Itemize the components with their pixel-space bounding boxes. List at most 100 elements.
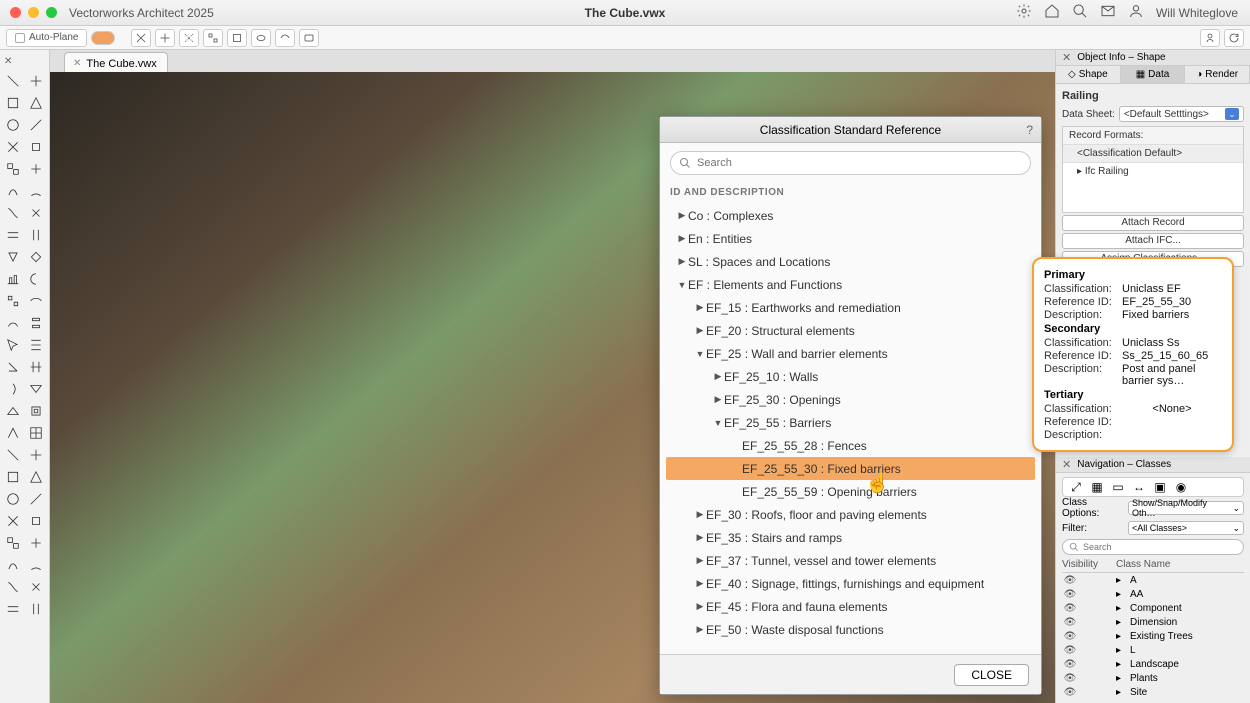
search-icon[interactable] — [1072, 3, 1088, 22]
palette-tool-icon[interactable] — [26, 203, 48, 223]
class-row[interactable]: 👁▸Landscape — [1062, 657, 1244, 671]
tool-icon[interactable] — [251, 29, 271, 47]
palette-tool-icon[interactable] — [2, 291, 24, 311]
zoom-window-icon[interactable] — [46, 7, 57, 18]
palette-tool-icon[interactable] — [2, 511, 24, 531]
minimize-window-icon[interactable] — [28, 7, 39, 18]
palette-tool-icon[interactable] — [2, 93, 24, 113]
tree-row[interactable]: EF_25_55_30 : Fixed barriers — [666, 457, 1035, 480]
palette-tool-icon[interactable] — [2, 599, 24, 619]
palette-tool-icon[interactable] — [2, 269, 24, 289]
palette-tool-icon[interactable] — [2, 467, 24, 487]
palette-tool-icon[interactable] — [2, 401, 24, 421]
palette-tool-icon[interactable] — [26, 511, 48, 531]
tool-icon[interactable] — [275, 29, 295, 47]
class-row[interactable]: 👁▸L — [1062, 643, 1244, 657]
close-panel-icon[interactable]: ✕ — [1062, 458, 1071, 471]
home-icon[interactable] — [1044, 3, 1060, 22]
auto-plane-button[interactable]: Auto-Plane — [6, 29, 87, 47]
nav-mode-icons[interactable]: ⤢ ▦ ▭ ↔ ▣ ◉ — [1062, 477, 1244, 497]
palette-tool-icon[interactable] — [26, 247, 48, 267]
tree-row[interactable]: ▶EF_45 : Flora and fauna elements — [666, 595, 1035, 618]
class-options-select[interactable]: Show/Snap/Modify Oth…⌄ — [1128, 501, 1244, 515]
nav-search-input[interactable] — [1083, 542, 1237, 552]
palette-tool-icon[interactable] — [2, 247, 24, 267]
plane-toggle-icon[interactable] — [91, 31, 115, 45]
class-row[interactable]: 👁▸Site — [1062, 685, 1244, 699]
viewport[interactable]: Classification Standard Reference ? ID A… — [50, 72, 1055, 703]
palette-tool-icon[interactable] — [26, 445, 48, 465]
nav-search-box[interactable] — [1062, 539, 1244, 555]
palette-tool-icon[interactable] — [26, 555, 48, 575]
tree-row[interactable]: ▶SL : Spaces and Locations — [666, 250, 1035, 273]
tree-row[interactable]: ▶EF_35 : Stairs and ramps — [666, 526, 1035, 549]
mail-icon[interactable] — [1100, 3, 1116, 22]
nav-icon[interactable]: ↔ — [1130, 480, 1148, 494]
palette-tool-icon[interactable] — [2, 533, 24, 553]
tree-row[interactable]: ▼EF_25 : Wall and barrier elements — [666, 342, 1035, 365]
attach-ifc-button[interactable]: Attach IFC... — [1062, 233, 1244, 249]
palette-tool-icon[interactable] — [26, 313, 48, 333]
tab-shape[interactable]: ◇ Shape — [1056, 66, 1121, 83]
class-row[interactable]: 👁▸Dimension — [1062, 615, 1244, 629]
palette-tool-icon[interactable] — [26, 225, 48, 245]
tree-row[interactable]: ▶EF_20 : Structural elements — [666, 319, 1035, 342]
visibility-icon[interactable]: 👁 — [1062, 617, 1078, 628]
nav-icon[interactable]: ⤢ — [1067, 480, 1085, 495]
palette-tool-icon[interactable] — [26, 379, 48, 399]
class-row[interactable]: 👁▸Existing Trees — [1062, 629, 1244, 643]
palette-tool-icon[interactable] — [26, 71, 48, 91]
dialog-help-icon[interactable]: ? — [1026, 123, 1033, 137]
class-row[interactable]: 👁▸Plants — [1062, 671, 1244, 685]
palette-tool-icon[interactable] — [26, 577, 48, 597]
palette-tool-icon[interactable] — [26, 467, 48, 487]
tree-row[interactable]: ▶Co : Complexes — [666, 204, 1035, 227]
tree-row[interactable]: ▶EF_37 : Tunnel, vessel and tower elemen… — [666, 549, 1035, 572]
tool-icon[interactable] — [299, 29, 319, 47]
nav-icon[interactable]: ◉ — [1172, 480, 1190, 494]
tree-row[interactable]: ▶EF_25_30 : Openings — [666, 388, 1035, 411]
tab-render[interactable]: ◑ Render — [1185, 66, 1250, 83]
class-row[interactable]: 👁▸AA — [1062, 587, 1244, 601]
palette-tool-icon[interactable] — [2, 313, 24, 333]
visibility-icon[interactable]: 👁 — [1062, 687, 1078, 698]
tool-icon[interactable] — [131, 29, 151, 47]
palette-tool-icon[interactable] — [26, 181, 48, 201]
palette-tool-icon[interactable] — [2, 159, 24, 179]
tree-row[interactable]: ▼EF_25_55 : Barriers — [666, 411, 1035, 434]
tree-row[interactable]: EF_25_55_59 : Opening barriers — [666, 480, 1035, 503]
palette-tool-icon[interactable] — [2, 225, 24, 245]
palette-tool-icon[interactable] — [26, 401, 48, 421]
class-row[interactable]: 👁▸A — [1062, 573, 1244, 587]
close-panel-icon[interactable]: ✕ — [1062, 51, 1071, 64]
refresh-icon[interactable] — [1224, 29, 1244, 47]
nav-icon[interactable]: ▣ — [1151, 480, 1169, 494]
document-tab[interactable]: ✕ The Cube.vwx — [64, 52, 168, 72]
palette-tool-icon[interactable] — [2, 577, 24, 597]
palette-tool-icon[interactable] — [2, 71, 24, 91]
visibility-icon[interactable]: 👁 — [1062, 673, 1078, 684]
tree-row[interactable]: ▶EF_50 : Waste disposal functions — [666, 618, 1035, 641]
palette-tool-icon[interactable] — [26, 93, 48, 113]
tree-row[interactable]: ▼EF : Elements and Functions — [666, 273, 1035, 296]
classification-tree[interactable]: ▶Co : Complexes▶En : Entities▶SL : Space… — [660, 202, 1041, 654]
tool-icon[interactable] — [179, 29, 199, 47]
palette-tool-icon[interactable] — [2, 203, 24, 223]
dialog-close-button[interactable]: CLOSE — [954, 664, 1029, 686]
tree-row[interactable]: ▶EF_15 : Earthworks and remediation — [666, 296, 1035, 319]
palette-tool-icon[interactable] — [2, 335, 24, 355]
palette-tool-icon[interactable] — [26, 489, 48, 509]
palette-tool-icon[interactable] — [2, 357, 24, 377]
palette-tool-icon[interactable] — [26, 335, 48, 355]
palette-tool-icon[interactable] — [26, 137, 48, 157]
tool-icon[interactable] — [155, 29, 175, 47]
palette-tool-icon[interactable] — [26, 533, 48, 553]
palette-tool-icon[interactable] — [26, 159, 48, 179]
record-format-item[interactable]: ▸ Ifc Railing — [1063, 163, 1243, 180]
filter-select[interactable]: <All Classes>⌄ — [1128, 521, 1244, 535]
palette-tool-icon[interactable] — [26, 357, 48, 377]
palette-tool-icon[interactable] — [2, 555, 24, 575]
visibility-icon[interactable]: 👁 — [1062, 589, 1078, 600]
palette-tool-icon[interactable] — [26, 115, 48, 135]
tool-icon[interactable] — [227, 29, 247, 47]
